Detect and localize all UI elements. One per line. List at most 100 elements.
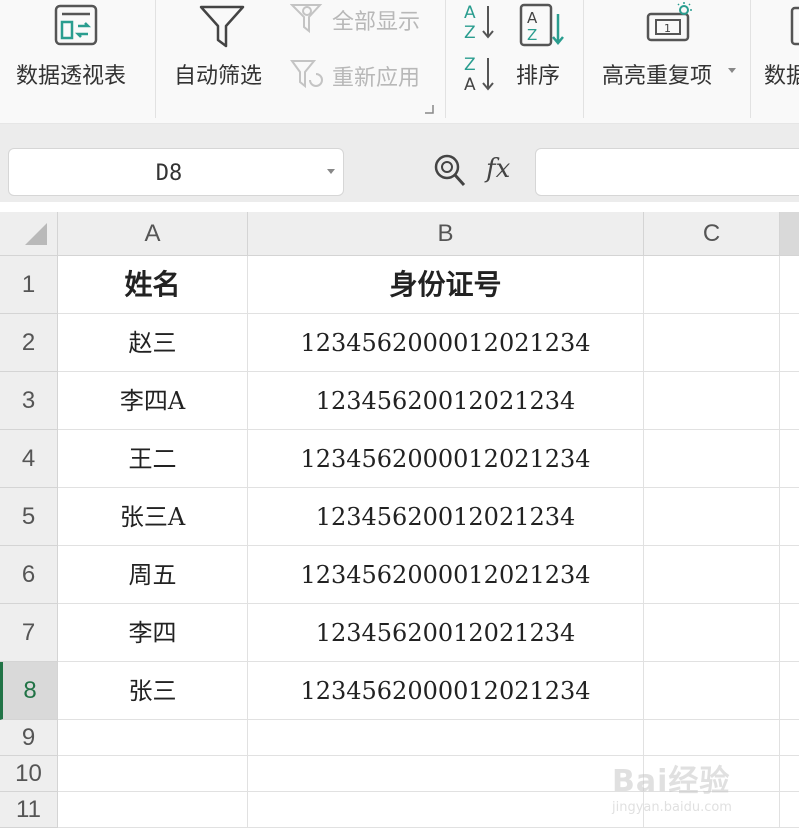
cell-a9[interactable] — [58, 720, 248, 756]
cell-c5[interactable] — [644, 488, 780, 546]
select-all-corner[interactable] — [0, 212, 58, 256]
watermark-url: jingyan.baidu.com — [612, 800, 732, 815]
cell-a3[interactable]: 李四A — [58, 372, 248, 430]
show-all-button[interactable]: 全部显示 — [290, 0, 440, 40]
cell-a6[interactable]: 周五 — [58, 546, 248, 604]
svg-text:A: A — [464, 75, 476, 95]
cell-a7[interactable]: 李四 — [58, 604, 248, 662]
cell-d5[interactable] — [780, 488, 799, 546]
sort-button[interactable]: A Z 排序 — [506, 0, 578, 118]
sort-ascending-button[interactable]: A Z — [460, 0, 498, 48]
cell-a10[interactable] — [58, 756, 248, 792]
svg-text:A: A — [464, 3, 476, 23]
cell-a2[interactable]: 赵三 — [58, 314, 248, 372]
ribbon-toolbar: 数据透视表 自动筛选 全部显示 重新应用 A Z Z A A Z 排序 1 高亮… — [0, 0, 799, 124]
watermark-brand: Bai经验 — [612, 764, 731, 799]
name-box-value: D8 — [155, 161, 183, 186]
cell-a4[interactable]: 王二 — [58, 430, 248, 488]
row-header-8[interactable]: 8 — [0, 662, 58, 720]
cell-c7[interactable] — [644, 604, 780, 662]
row-header-3[interactable]: 3 — [0, 372, 58, 430]
column-header-b[interactable]: B — [248, 212, 644, 256]
toolbar-gap — [0, 124, 799, 144]
cell-d7[interactable] — [780, 604, 799, 662]
filter-dialog-launcher-icon[interactable] — [424, 104, 434, 114]
pivot-table-button[interactable]: 数据透视表 — [0, 0, 154, 118]
cell-d1[interactable] — [780, 256, 799, 314]
ribbon-separator — [155, 0, 156, 118]
svg-text:Z: Z — [464, 23, 476, 43]
sort-descending-button[interactable]: Z A — [460, 52, 498, 100]
cell-b7[interactable]: 12345620012021234 — [248, 604, 644, 662]
filter-show-icon — [290, 2, 324, 34]
row-header-2[interactable]: 2 — [0, 314, 58, 372]
select-all-icon — [25, 223, 47, 245]
highlight-duplicates-label: 高亮重复项 — [602, 64, 713, 89]
highlight-duplicates-button[interactable]: 1 高亮重复项 — [596, 0, 746, 118]
cell-d3[interactable] — [780, 372, 799, 430]
cell-b9[interactable] — [248, 720, 644, 756]
cell-d2[interactable] — [780, 314, 799, 372]
row-header-4[interactable]: 4 — [0, 430, 58, 488]
cell-b3[interactable]: 12345620012021234 — [248, 372, 644, 430]
cell-c4[interactable] — [644, 430, 780, 488]
cell-d6[interactable] — [780, 546, 799, 604]
cell-a5[interactable]: 张三A — [58, 488, 248, 546]
row-header-1[interactable]: 1 — [0, 256, 58, 314]
cell-d4[interactable] — [780, 430, 799, 488]
cell-a11[interactable] — [58, 792, 248, 828]
cell-b5[interactable]: 12345620012021234 — [248, 488, 644, 546]
column-header-d[interactable] — [780, 212, 799, 256]
cell-c6[interactable] — [644, 546, 780, 604]
reapply-label: 重新应用 — [332, 66, 421, 91]
cell-b6[interactable]: 1234562000012021234 — [248, 546, 644, 604]
chevron-down-icon[interactable] — [327, 169, 335, 174]
row-header-6[interactable]: 6 — [0, 546, 58, 604]
row-header-9[interactable]: 9 — [0, 720, 58, 756]
show-all-label: 全部显示 — [332, 10, 421, 35]
cell-b11[interactable] — [248, 792, 644, 828]
filter-icon — [198, 4, 246, 50]
row-header-7[interactable]: 7 — [0, 604, 58, 662]
pivot-table-label: 数据透视表 — [16, 64, 127, 89]
cell-a8[interactable]: 张三 — [58, 662, 248, 720]
cell-c8[interactable] — [644, 662, 780, 720]
cell-b8[interactable]: 1234562000012021234 — [248, 662, 644, 720]
ribbon-separator — [445, 0, 446, 118]
ribbon-separator — [583, 0, 584, 118]
cell-b4[interactable]: 1234562000012021234 — [248, 430, 644, 488]
cell-a1[interactable]: 姓名 — [58, 256, 248, 314]
sort-icon: A Z — [518, 2, 566, 48]
svg-text:A: A — [527, 9, 538, 27]
name-box[interactable]: D8 — [8, 148, 344, 196]
sort-label: 排序 — [516, 64, 561, 89]
cell-b2[interactable]: 1234562000012021234 — [248, 314, 644, 372]
cell-d8[interactable] — [780, 662, 799, 720]
svg-text:Z: Z — [527, 26, 537, 44]
insert-function-button[interactable]: fx — [486, 154, 510, 184]
zoom-search-icon[interactable] — [432, 152, 468, 194]
auto-filter-button[interactable]: 自动筛选 — [160, 0, 278, 118]
column-header-c[interactable]: C — [644, 212, 780, 256]
chevron-down-icon — [728, 68, 736, 74]
row-header-10[interactable]: 10 — [0, 756, 58, 792]
row-header-11[interactable]: 11 — [0, 792, 58, 828]
sort-za-icon: Z A — [460, 52, 496, 96]
reapply-button[interactable]: 重新应用 — [290, 56, 440, 96]
formula-bar: D8 fx — [0, 144, 799, 202]
formula-input[interactable] — [535, 148, 799, 196]
highlight-duplicates-icon: 1 — [644, 2, 698, 46]
auto-filter-label: 自动筛选 — [174, 64, 263, 89]
data-tools-icon — [790, 6, 799, 46]
baidu-watermark: Bai经验 jingyan.baidu.com — [612, 738, 792, 828]
cell-c3[interactable] — [644, 372, 780, 430]
cell-b1[interactable]: 身份证号 — [248, 256, 644, 314]
cell-c1[interactable] — [644, 256, 780, 314]
row-header-5[interactable]: 5 — [0, 488, 58, 546]
cell-b10[interactable] — [248, 756, 644, 792]
svg-text:1: 1 — [664, 22, 671, 35]
data-tools-button[interactable]: 数据 — [760, 0, 799, 118]
data-tools-label: 数据 — [764, 64, 799, 89]
column-header-a[interactable]: A — [58, 212, 248, 256]
cell-c2[interactable] — [644, 314, 780, 372]
